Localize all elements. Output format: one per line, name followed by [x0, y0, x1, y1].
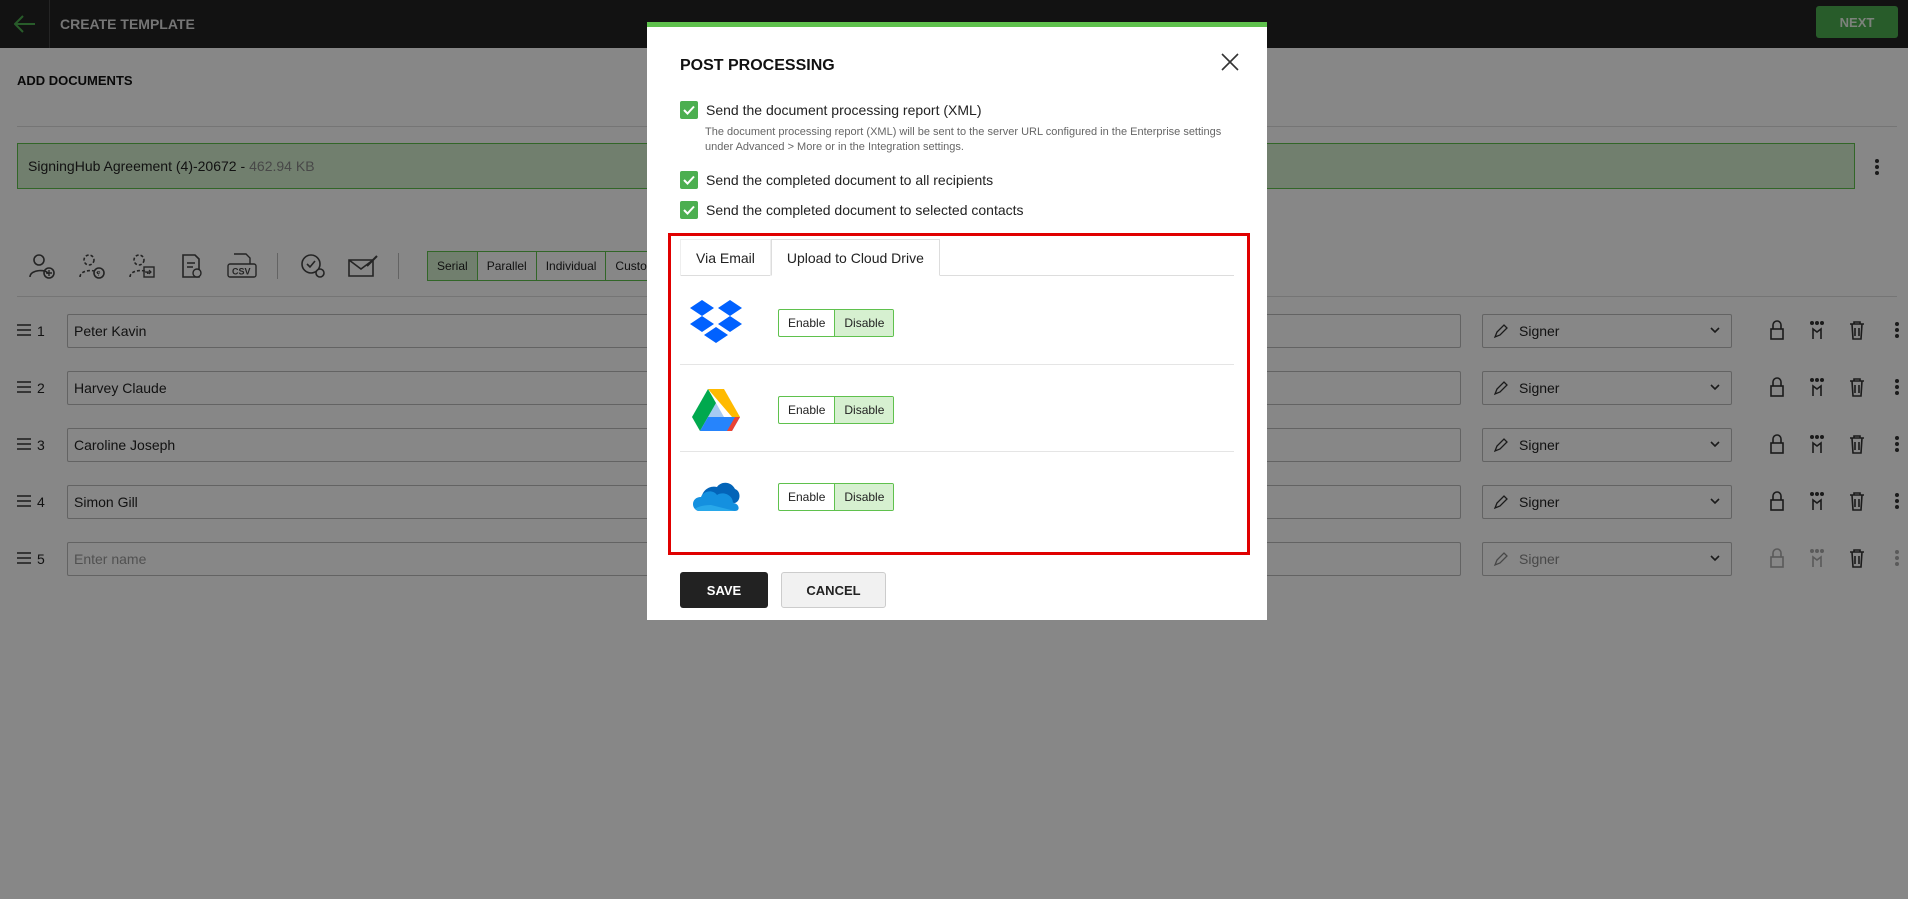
- option-all-recipients[interactable]: Send the completed document to all recip…: [680, 171, 993, 189]
- cancel-button[interactable]: CANCEL: [781, 572, 886, 608]
- option-label: Send the completed document to selected …: [706, 202, 1024, 218]
- xml-report-note: The document processing report (XML) wil…: [705, 126, 1222, 153]
- checkbox-all-recipients[interactable]: [680, 171, 698, 189]
- dialog-title: POST PROCESSING: [680, 57, 835, 74]
- checkbox-selected-contacts[interactable]: [680, 201, 698, 219]
- post-processing-dialog: POST PROCESSING Send the document proces…: [647, 22, 1267, 620]
- close-icon[interactable]: [1215, 47, 1245, 77]
- option-label: Send the completed document to all recip…: [706, 172, 994, 188]
- save-button[interactable]: SAVE: [680, 572, 768, 608]
- option-selected-contacts[interactable]: Send the completed document to selected …: [680, 201, 1024, 219]
- option-label: Send the document processing report (XML…: [706, 102, 982, 118]
- checkbox-xml-report[interactable]: [680, 101, 698, 119]
- cloud-drive-highlight-box: [668, 233, 1250, 555]
- option-xml-report[interactable]: Send the document processing report (XML…: [680, 101, 981, 119]
